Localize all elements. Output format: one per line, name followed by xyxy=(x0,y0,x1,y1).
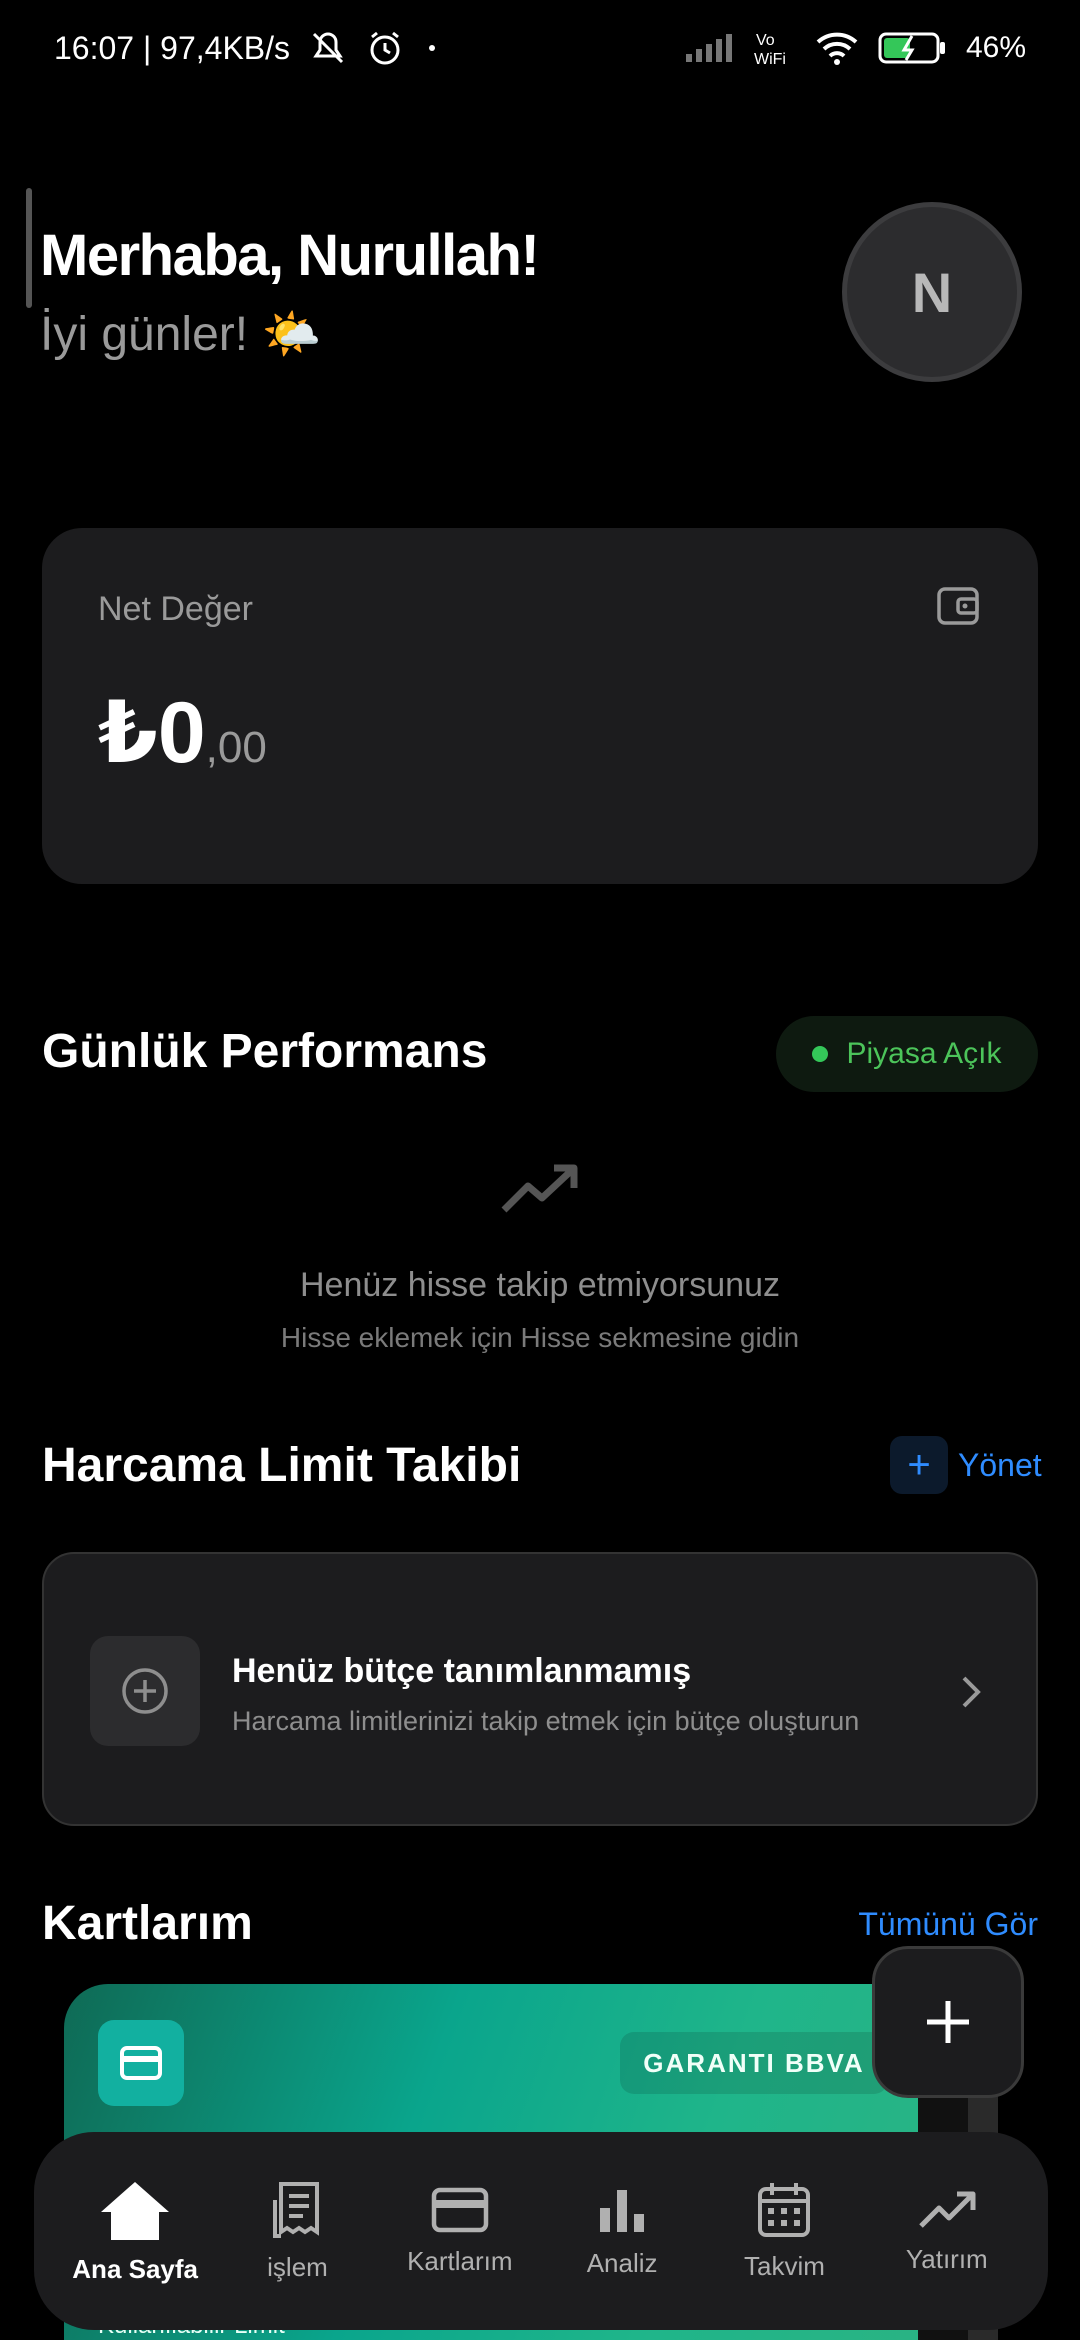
home-icon xyxy=(101,2181,170,2240)
status-left: 16:07 | 97,4KB/s xyxy=(54,29,442,67)
signal-icon xyxy=(684,32,734,64)
trend-up-icon xyxy=(500,1160,580,1225)
svg-text:Vo: Vo xyxy=(756,32,775,49)
net-value-main: ₺0 xyxy=(98,685,206,781)
nav-cards-label: Kartlarım xyxy=(407,2245,513,2276)
net-value-decimal: ,00 xyxy=(205,723,267,772)
see-all-link[interactable]: Tümünü Gör xyxy=(858,1906,1038,1943)
greeting-subtitle: İyi günler! 🌤️ xyxy=(40,308,322,361)
mute-icon xyxy=(308,30,348,66)
net-value-amount: ₺0 ,00 xyxy=(98,683,267,783)
nav-calendar-label: Takvim xyxy=(744,2250,825,2281)
market-status-label: Piyasa Açık xyxy=(846,1037,1002,1070)
nav-investment-label: Yatırım xyxy=(905,2243,988,2274)
nav-analysis[interactable]: Analiz xyxy=(547,2184,697,2279)
empty-stocks-title: Henüz hisse takip etmiyorsunuz xyxy=(299,1266,780,1304)
nav-analysis-label: Analiz xyxy=(586,2247,658,2278)
wifi-icon xyxy=(814,30,860,66)
credit-card-icon xyxy=(98,2020,184,2106)
cards-title: Kartlarım xyxy=(42,1897,253,1950)
plus-icon: + xyxy=(890,1436,948,1494)
add-circle-icon xyxy=(90,1636,200,1746)
bottom-navigation: Ana Sayfa işlem Kartlarım Analiz Takvim … xyxy=(34,2132,1048,2330)
empty-stocks-subtitle: Hisse eklemek için Hisse sekmesine gidin xyxy=(280,1322,800,1353)
status-time-speed: 16:07 | 97,4KB/s xyxy=(54,29,291,66)
add-fab-button[interactable] xyxy=(872,1946,1024,2098)
performance-title: Günlük Performans xyxy=(42,1025,488,1078)
trend-icon xyxy=(919,2191,976,2228)
nav-home-label: Ana Sayfa xyxy=(72,2253,199,2284)
manage-budget-button[interactable]: + Yönet xyxy=(890,1436,1042,1494)
nav-calendar[interactable]: Takvim xyxy=(709,2181,859,2282)
chevron-right-icon xyxy=(956,1672,986,1717)
net-value-label: Net Değer xyxy=(98,590,253,628)
market-status-dot xyxy=(812,1046,829,1062)
avatar[interactable]: N xyxy=(842,202,1022,382)
nav-transactions[interactable]: işlem xyxy=(222,2180,372,2283)
vowifi-icon: Vo WiFi xyxy=(752,28,796,68)
calendar-icon xyxy=(758,2182,811,2237)
nav-investment[interactable]: Yatırım xyxy=(872,2188,1022,2275)
status-bar: 16:07 | 97,4KB/s Vo WiFi 46% xyxy=(0,0,1080,96)
nav-transactions-label: işlem xyxy=(267,2251,328,2282)
receipt-icon xyxy=(273,2181,320,2238)
bank-name-badge: GARANTI BBVA xyxy=(620,2032,888,2094)
scroll-indicator xyxy=(26,188,32,308)
status-right: Vo WiFi 46% xyxy=(684,28,1026,68)
dot-icon xyxy=(422,38,442,58)
budget-card-title: Henüz bütçe tanımlanmamış xyxy=(232,1652,692,1690)
budget-card-subtitle: Harcama limitlerinizi takip etmek için b… xyxy=(232,1706,860,1736)
net-value-card[interactable]: Net Değer ₺0 ,00 xyxy=(42,528,1038,884)
plus-icon xyxy=(927,2001,969,2043)
battery-percent: 46% xyxy=(965,31,1026,64)
card-icon xyxy=(431,2187,489,2232)
svg-text:WiFi: WiFi xyxy=(754,51,786,68)
app-screen: 16:07 | 97,4KB/s Vo WiFi 46% Merhaba, Nu… xyxy=(0,0,1080,2340)
alarm-icon xyxy=(366,29,404,67)
nav-home[interactable]: Ana Sayfa xyxy=(60,2178,210,2285)
wallet-icon xyxy=(936,584,980,633)
greeting-title: Merhaba, Nurullah! xyxy=(40,223,540,288)
battery-icon xyxy=(878,30,948,66)
market-status-badge: Piyasa Açık xyxy=(776,1016,1038,1092)
manage-label: Yönet xyxy=(958,1446,1042,1483)
nav-cards[interactable]: Kartlarım xyxy=(385,2186,535,2277)
empty-budget-card[interactable]: Henüz bütçe tanımlanmamış Harcama limitl… xyxy=(42,1552,1038,1826)
budget-title: Harcama Limit Takibi xyxy=(42,1439,522,1492)
bar-chart-icon xyxy=(600,2189,645,2232)
